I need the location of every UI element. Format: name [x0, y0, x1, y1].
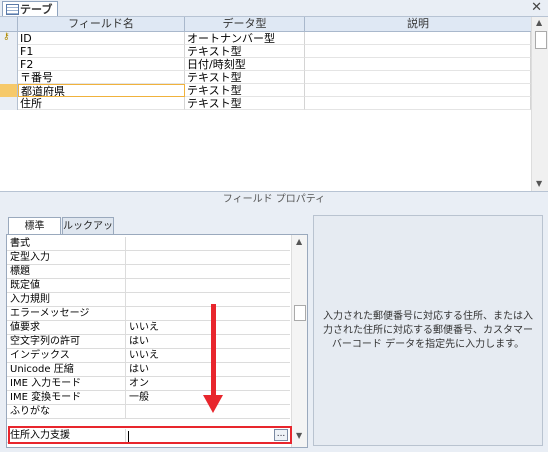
table-row[interactable]: F2 日付/時刻型 — [0, 58, 531, 71]
field-name-cell[interactable]: 〒番号 — [18, 71, 185, 84]
property-value[interactable]: いいえ — [129, 321, 159, 334]
property-description: 入力された郵便番号に対応する住所、または入力された住所に対応する郵便番号、カスタ… — [313, 215, 543, 446]
property-name: 値要求 — [10, 321, 126, 334]
property-name: IME 入力モード — [10, 377, 126, 390]
text-cursor — [128, 431, 129, 442]
property-row[interactable]: 標題 — [7, 265, 290, 279]
description-cell[interactable] — [305, 45, 531, 58]
property-row[interactable]: 値要求 いいえ — [7, 321, 290, 335]
description-cell[interactable] — [305, 58, 531, 71]
property-row[interactable]: 入力規則 — [7, 293, 290, 307]
property-name: 定型入力 — [10, 251, 126, 264]
property-name: エラーメッセージ — [10, 307, 126, 320]
field-name-cell[interactable]: 都道府県 — [18, 84, 185, 97]
property-name: 標題 — [10, 265, 126, 278]
table-row[interactable]: 住所 テキスト型 — [0, 97, 531, 110]
scroll-thumb[interactable] — [535, 31, 547, 49]
primary-key-icon: ⚷ — [3, 32, 10, 42]
data-type-cell[interactable]: テキスト型 — [185, 71, 305, 84]
row-selector[interactable] — [0, 71, 18, 84]
tab-lookup[interactable]: ルックアップ — [62, 217, 114, 249]
table-row[interactable]: 〒番号 テキスト型 — [0, 71, 531, 84]
field-name-cell[interactable]: ID — [18, 32, 185, 45]
data-type-cell[interactable]: テキスト型 — [185, 45, 305, 58]
tab-general[interactable]: 標準 — [8, 217, 61, 234]
property-row[interactable]: IME 変換モード 一般 — [7, 391, 290, 405]
property-value[interactable]: はい — [129, 363, 149, 376]
selector-header — [0, 17, 18, 31]
scroll-thumb[interactable] — [294, 305, 306, 321]
table-row[interactable]: ⚷ ID オートナンバー型 — [0, 32, 531, 45]
property-row[interactable]: 空文字列の許可 はい — [7, 335, 290, 349]
scroll-up-icon[interactable]: ▲ — [296, 237, 302, 246]
close-icon[interactable]: ✕ — [531, 0, 542, 16]
column-header-description[interactable]: 説明 — [305, 17, 531, 31]
property-value[interactable]: 一般 — [129, 391, 149, 404]
data-type-cell[interactable]: オートナンバー型 — [185, 32, 305, 45]
property-row[interactable]: IME 入力モード オン — [7, 377, 290, 391]
scroll-down-icon[interactable]: ▼ — [536, 179, 542, 188]
data-type-cell[interactable]: 日付/時刻型 — [185, 58, 305, 71]
property-name: インデックス — [10, 349, 126, 362]
properties-scrollbar[interactable]: ▲ ▼ — [291, 235, 307, 447]
description-cell[interactable] — [305, 32, 531, 45]
property-row[interactable]: Unicode 圧縮 はい — [7, 363, 290, 377]
scroll-down-icon[interactable]: ▼ — [296, 431, 302, 440]
description-cell[interactable] — [305, 97, 531, 110]
property-row[interactable]: ふりがな — [7, 405, 290, 419]
row-selector[interactable] — [0, 45, 18, 58]
data-type-cell[interactable]: テキスト型 — [185, 97, 305, 110]
column-header-field-name[interactable]: フィールド名 — [18, 17, 185, 31]
property-value[interactable]: いいえ — [129, 349, 159, 362]
table-row[interactable]: F1 テキスト型 — [0, 45, 531, 58]
property-name: ふりがな — [10, 405, 126, 418]
row-selector[interactable] — [0, 97, 18, 110]
tab-table1[interactable]: テーブル1 — [2, 1, 58, 31]
row-selector[interactable] — [0, 58, 18, 71]
grid-scrollbar[interactable]: ▲ ▼ — [531, 17, 548, 191]
row-selector-current[interactable] — [0, 84, 18, 97]
property-name: IME 変換モード — [10, 391, 126, 404]
property-name: 入力規則 — [10, 293, 126, 306]
table-icon — [6, 4, 19, 15]
column-header-data-type[interactable]: データ型 — [185, 17, 305, 31]
build-button[interactable]: ... — [274, 429, 288, 441]
field-properties-label: フィールド プロパティ — [0, 191, 548, 208]
property-name: 既定値 — [10, 279, 126, 292]
field-name-cell[interactable]: F2 — [18, 58, 185, 71]
field-name-cell[interactable]: 住所 — [18, 97, 185, 110]
document-tab-bar: テーブル1 ✕ — [0, 0, 548, 31]
property-row[interactable]: インデックス いいえ — [7, 349, 290, 363]
annotation-arrow — [211, 304, 216, 396]
highlight-box — [8, 426, 292, 444]
property-name: Unicode 圧縮 — [10, 363, 126, 376]
property-name: 書式 — [10, 237, 126, 250]
property-value[interactable]: はい — [129, 335, 149, 348]
table-row[interactable]: 都道府県 テキスト型 — [0, 84, 531, 97]
annotation-arrow-head — [203, 395, 223, 413]
property-value[interactable]: オン — [129, 377, 149, 390]
property-row[interactable]: 書式 — [7, 237, 290, 251]
scroll-up-icon[interactable]: ▲ — [536, 18, 542, 27]
field-grid: フィールド名 データ型 説明 ⚷ ID オートナンバー型 F1 テキスト型 F2… — [0, 17, 532, 191]
property-row[interactable]: 既定値 — [7, 279, 290, 293]
property-row[interactable]: エラーメッセージ — [7, 307, 290, 321]
field-name-cell[interactable]: F1 — [18, 45, 185, 58]
property-name: 空文字列の許可 — [10, 335, 126, 348]
row-selector[interactable]: ⚷ — [0, 32, 18, 45]
description-cell[interactable] — [305, 84, 531, 97]
description-cell[interactable] — [305, 71, 531, 84]
properties-list: 書式 定型入力 標題 既定値 入力規則 エラーメッセージ 値要求 いいえ 空文字列… — [6, 234, 308, 448]
data-type-cell[interactable]: テキスト型 — [185, 84, 305, 97]
grid-header: フィールド名 データ型 説明 — [0, 17, 531, 32]
property-row[interactable]: 定型入力 — [7, 251, 290, 265]
